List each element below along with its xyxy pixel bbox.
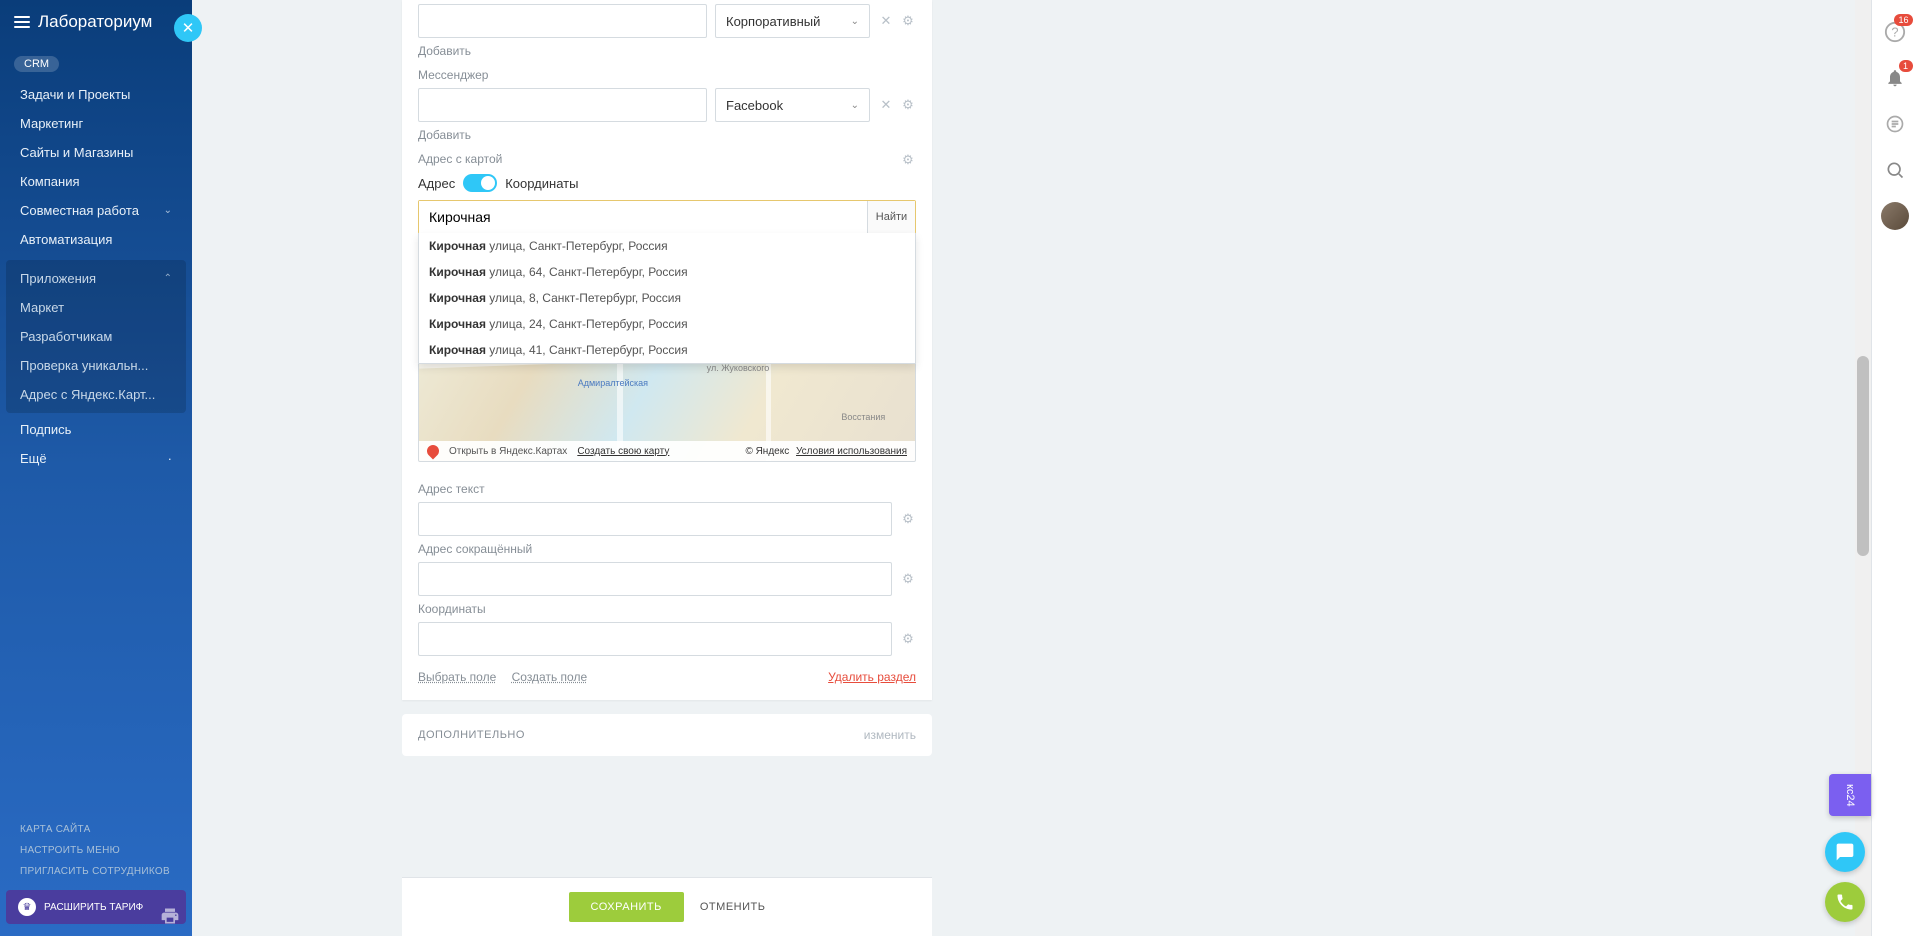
add-link[interactable]: Добавить [418,44,916,58]
help-badge: 16 [1894,14,1912,26]
svg-text:?: ? [1891,25,1898,40]
nav-company[interactable]: Компания [0,167,192,196]
address-text-input[interactable] [418,502,892,536]
open-yandex-link[interactable]: Открыть в Яндекс.Картах [449,446,567,457]
close-panel-button[interactable]: ✕ [174,14,202,42]
chevron-up-icon: ⌃ [164,273,172,284]
nav-unique-check[interactable]: Проверка уникальн... [6,351,186,380]
messenger-label: Мессенджер [418,68,916,82]
chevron-down-icon: ⌄ [851,100,859,111]
gear-icon[interactable]: ⚙ [900,152,916,168]
suggestion-item[interactable]: Кирочная улица, 41, Санкт-Петербург, Рос… [419,337,915,363]
nav-tasks[interactable]: Задачи и Проекты [0,80,192,109]
gear-icon[interactable]: ⚙ [900,13,916,29]
suggestion-item[interactable]: Кирочная улица, 8, Санкт-Петербург, Росс… [419,285,915,311]
address-search-input[interactable] [419,201,867,233]
side-widget[interactable]: кс24 [1829,774,1871,816]
extra-section-title: ДОПОЛНИТЕЛЬНО [418,729,525,741]
nav-apps-header[interactable]: Приложения⌃ [6,264,186,293]
chat-fab[interactable] [1825,832,1865,872]
address-coords-toggle[interactable] [463,174,497,192]
invite-link[interactable]: ПРИГЛАСИТЬ СОТРУДНИКОВ [0,861,192,882]
crown-icon: ♛ [18,898,36,916]
sidebar: Лабораториум ✕ CRM Задачи и Проекты Марк… [0,0,192,936]
chat-icon[interactable] [1881,110,1909,138]
create-map-link[interactable]: Создать свою карту [577,446,669,457]
chevron-down-icon: ⌄ [851,16,859,27]
sitemap-link[interactable]: КАРТА САЙТА [0,819,192,840]
action-bar: СОХРАНИТЬ ОТМЕНИТЬ [402,877,932,936]
bell-icon[interactable]: 1 [1881,64,1909,92]
nav-signature[interactable]: Подпись [0,415,192,444]
nav-more[interactable]: Ещё · [0,444,192,473]
type-select[interactable]: Корпоративный⌄ [715,4,870,38]
nav-marketing[interactable]: Маркетинг [0,109,192,138]
main-content: Корпоративный⌄ ✕ ⚙ Добавить Мессенджер F… [192,0,1855,936]
menu-toggle[interactable] [14,16,30,28]
toggle-address-label: Адрес [418,176,455,191]
add-link-2[interactable]: Добавить [418,128,916,142]
select-field-link[interactable]: Выбрать поле [418,670,496,684]
extra-section: ДОПОЛНИТЕЛЬНО изменить [402,714,932,756]
coords-label: Координаты [418,602,916,616]
save-button[interactable]: СОХРАНИТЬ [569,892,684,922]
nav-collab[interactable]: Совместная работа⌄ [0,196,192,225]
suggestions-dropdown: Кирочная улица, Санкт-Петербург, Россия … [418,233,916,364]
nav-automation[interactable]: Автоматизация [0,225,192,254]
nav-market[interactable]: Маркет [6,293,186,322]
create-field-link[interactable]: Создать поле [512,670,588,684]
delete-section-link[interactable]: Удалить раздел [828,670,916,684]
upgrade-tariff-button[interactable]: ♛ РАСШИРИТЬ ТАРИФ [6,890,186,924]
logo: Лабораториум [38,12,152,32]
nav-main: Задачи и Проекты Маркетинг Сайты и Магаз… [0,80,192,258]
search-button[interactable]: Найти [867,201,915,233]
remove-row-icon[interactable]: ✕ [878,97,894,113]
right-rail: ? 16 1 [1871,0,1917,936]
avatar[interactable] [1881,202,1909,230]
search-icon[interactable] [1881,156,1909,184]
nav-sites[interactable]: Сайты и Магазины [0,138,192,167]
toggle-coords-label: Координаты [505,176,578,191]
bell-badge: 1 [1899,60,1913,72]
messenger-select[interactable]: Facebook⌄ [715,88,870,122]
nav-developers[interactable]: Разработчикам [6,322,186,351]
print-icon[interactable] [160,906,180,924]
gear-icon[interactable]: ⚙ [900,631,916,647]
cancel-button[interactable]: ОТМЕНИТЬ [700,901,766,913]
nav-yandex-address[interactable]: Адрес с Яндекс.Карт... [6,380,186,409]
corp-input[interactable] [418,4,707,38]
phone-fab[interactable] [1825,882,1865,922]
suggestion-item[interactable]: Кирочная улица, 64, Санкт-Петербург, Рос… [419,259,915,285]
gear-icon[interactable]: ⚙ [900,97,916,113]
map-terms-link[interactable]: Условия использования [796,446,907,457]
coords-input[interactable] [418,622,892,656]
address-text-label: Адрес текст [418,482,916,496]
messenger-input[interactable] [418,88,707,122]
gear-icon[interactable]: ⚙ [900,571,916,587]
chevron-down-icon: ⌄ [164,205,172,216]
change-link[interactable]: изменить [864,728,916,742]
address-short-label: Адрес сокращённый [418,542,916,556]
map-pin-icon [425,443,442,460]
crm-badge[interactable]: CRM [14,56,59,72]
contact-card: Корпоративный⌄ ✕ ⚙ Добавить Мессенджер F… [402,0,932,700]
address-short-input[interactable] [418,562,892,596]
map-copyright: © Яндекс [745,446,789,457]
suggestion-item[interactable]: Кирочная улица, 24, Санкт-Петербург, Рос… [419,311,915,337]
gear-icon[interactable]: ⚙ [900,511,916,527]
help-icon[interactable]: ? 16 [1881,18,1909,46]
suggestion-item[interactable]: Кирочная улица, Санкт-Петербург, Россия [419,233,915,259]
remove-row-icon[interactable]: ✕ [878,13,894,29]
configure-menu-link[interactable]: НАСТРОИТЬ МЕНЮ [0,840,192,861]
map-section-label: Адрес с картой [418,152,916,166]
nav-apps-section: Приложения⌃ Маркет Разработчикам Проверк… [6,260,186,413]
